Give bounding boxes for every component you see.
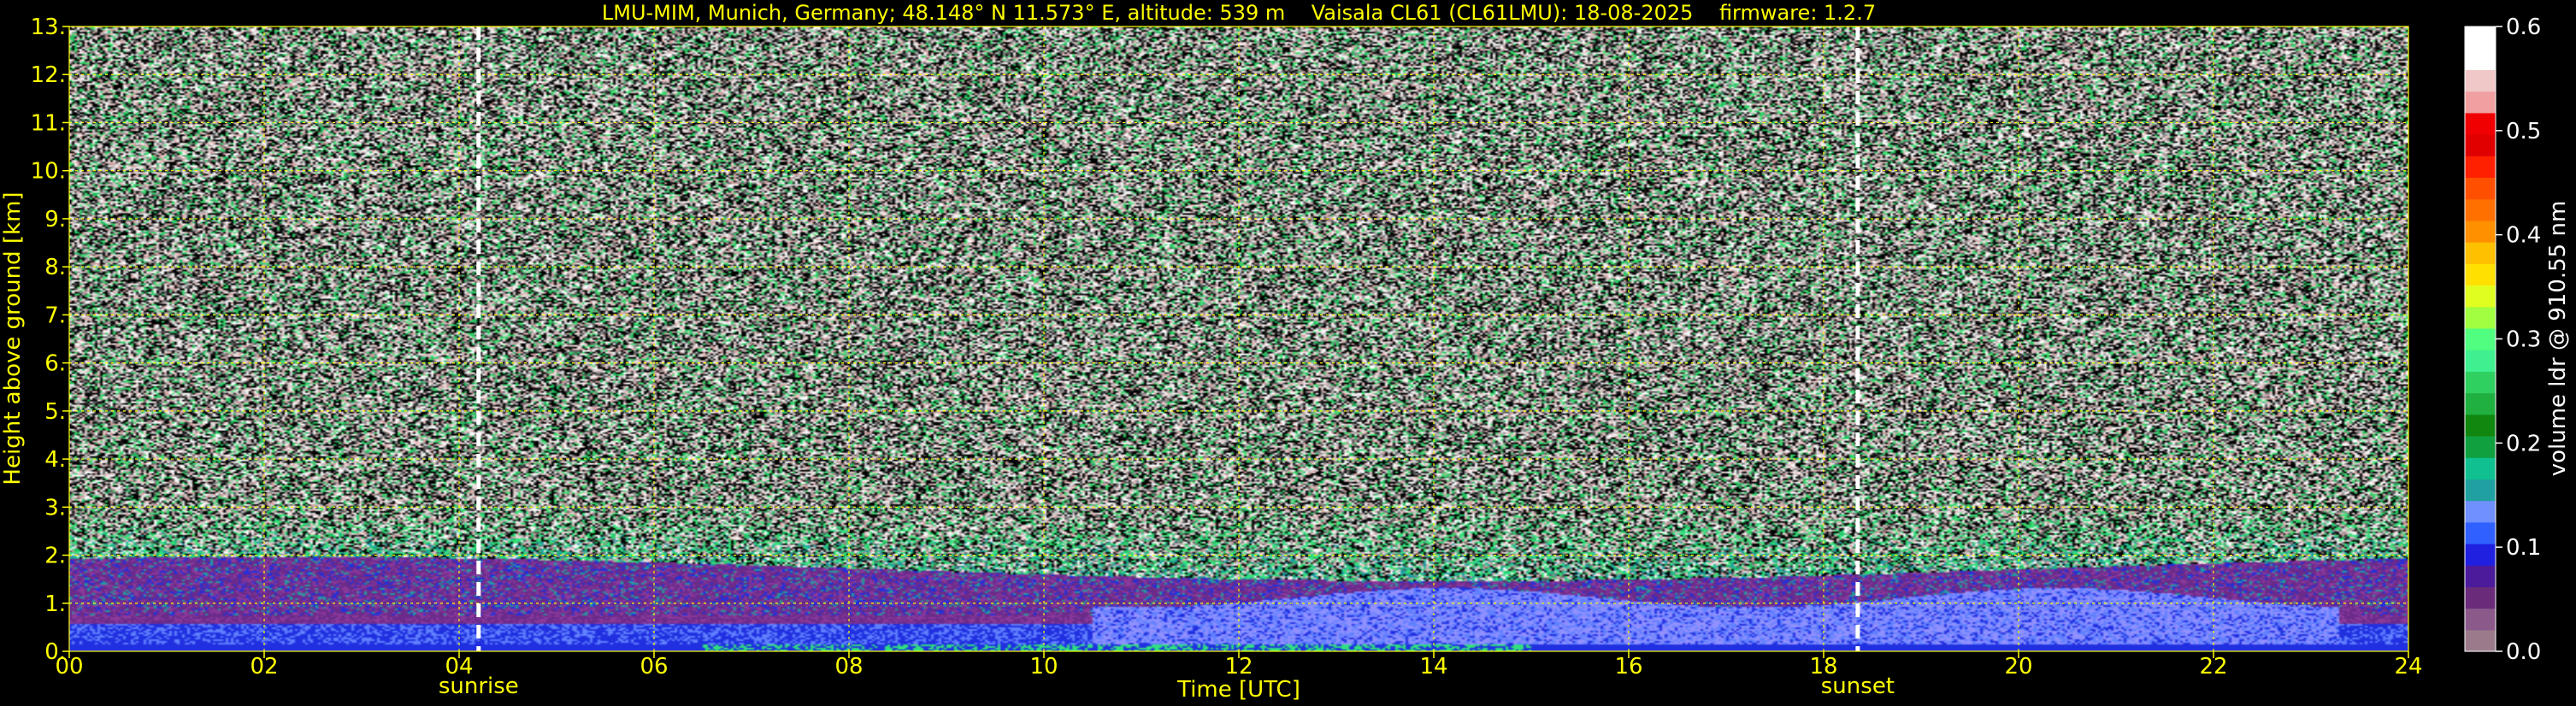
y-tick-label: 0.: [44, 639, 66, 665]
x-tick-label: 14: [1419, 654, 1447, 680]
colorbar-swatch: [2465, 586, 2496, 609]
plot-area: [68, 26, 2409, 652]
x-tick-label: 20: [2004, 654, 2032, 680]
colorbar-swatch: [2465, 543, 2496, 566]
ceilometer-figure: LMU-MIM, Munich, Germany; 48.148° N 11.5…: [0, 0, 2576, 706]
colorbar-tick-label: 0.3: [2506, 327, 2541, 353]
colorbar-swatch: [2465, 134, 2496, 156]
colorbar-swatch: [2465, 392, 2496, 415]
colorbar-swatch: [2465, 435, 2496, 458]
colorbar-swatch: [2465, 156, 2496, 179]
x-tick-label: 10: [1029, 654, 1058, 680]
colorbar-swatch: [2465, 457, 2496, 479]
x-tick-label: 12: [1224, 654, 1253, 680]
x-tick-label: 22: [2199, 654, 2227, 680]
colorbar-swatch: [2465, 177, 2496, 200]
colorbar-swatch: [2465, 500, 2496, 523]
colorbar-tick-label: 0.1: [2506, 535, 2541, 561]
colorbar-swatch: [2465, 414, 2496, 437]
colorbar-tick-label: 0.5: [2506, 119, 2541, 144]
colorbar-tick-label: 0.6: [2506, 15, 2541, 40]
chart-title: LMU-MIM, Munich, Germany; 48.148° N 11.5…: [602, 1, 1876, 25]
colorbar-swatch: [2465, 306, 2496, 329]
y-tick-label: 7.: [44, 303, 66, 328]
colorbar-swatch: [2465, 112, 2496, 135]
colorbar-tick-label: 0.4: [2506, 223, 2541, 249]
y-tick-label: 12.: [31, 62, 66, 88]
colorbar-label: volume ldr @ 910.55 nm: [2545, 201, 2571, 477]
colorbar-swatch: [2465, 198, 2496, 221]
colorbar-swatch: [2465, 565, 2496, 587]
colorbar-swatch: [2465, 285, 2496, 308]
colorbar-swatch: [2465, 220, 2496, 243]
colorbar-swatch: [2465, 327, 2496, 350]
y-tick-label: 9.: [44, 207, 66, 232]
x-tick-label: 08: [834, 654, 863, 680]
colorbar-swatch: [2465, 521, 2496, 544]
y-tick-label: 3.: [44, 495, 66, 521]
y-tick-label: 5.: [44, 399, 66, 425]
colorbar-tick-label: 0.0: [2506, 639, 2541, 665]
y-tick-label: 10.: [31, 159, 66, 185]
colorbar-swatch: [2465, 69, 2496, 92]
y-tick-label: 6.: [44, 351, 66, 377]
y-tick-label: 13.: [31, 15, 66, 40]
colorbar-swatch: [2465, 479, 2496, 502]
x-tick-label: 06: [640, 654, 668, 680]
colorbar-swatch: [2465, 263, 2496, 286]
x-tick-label: 24: [2394, 654, 2422, 680]
event-label-sunrise: sunrise: [439, 674, 519, 699]
colorbar-swatch: [2465, 26, 2496, 49]
y-tick-label: 8.: [44, 255, 66, 280]
y-axis-label: Height above ground [km]: [0, 191, 26, 485]
y-tick-label: 4.: [44, 447, 66, 473]
colorbar-swatch: [2465, 91, 2496, 114]
colorbar-swatch: [2465, 48, 2496, 71]
colorbar-swatches: [2464, 26, 2496, 652]
y-tick-label: 1.: [44, 591, 66, 617]
colorbar-swatch: [2465, 371, 2496, 394]
event-label-sunset: sunset: [1821, 674, 1895, 699]
colorbar-tick-label: 0.2: [2506, 431, 2541, 456]
x-axis-label: Time [UTC]: [1176, 677, 1300, 703]
colorbar-swatch: [2465, 629, 2496, 652]
x-tick-label: 16: [1614, 654, 1642, 680]
y-tick-label: 2.: [44, 544, 66, 569]
colorbar-swatch: [2465, 242, 2496, 264]
colorbar-swatch: [2465, 350, 2496, 372]
x-tick-label: 02: [250, 654, 278, 680]
y-tick-label: 11.: [31, 110, 66, 136]
colorbar-swatch: [2465, 608, 2496, 631]
